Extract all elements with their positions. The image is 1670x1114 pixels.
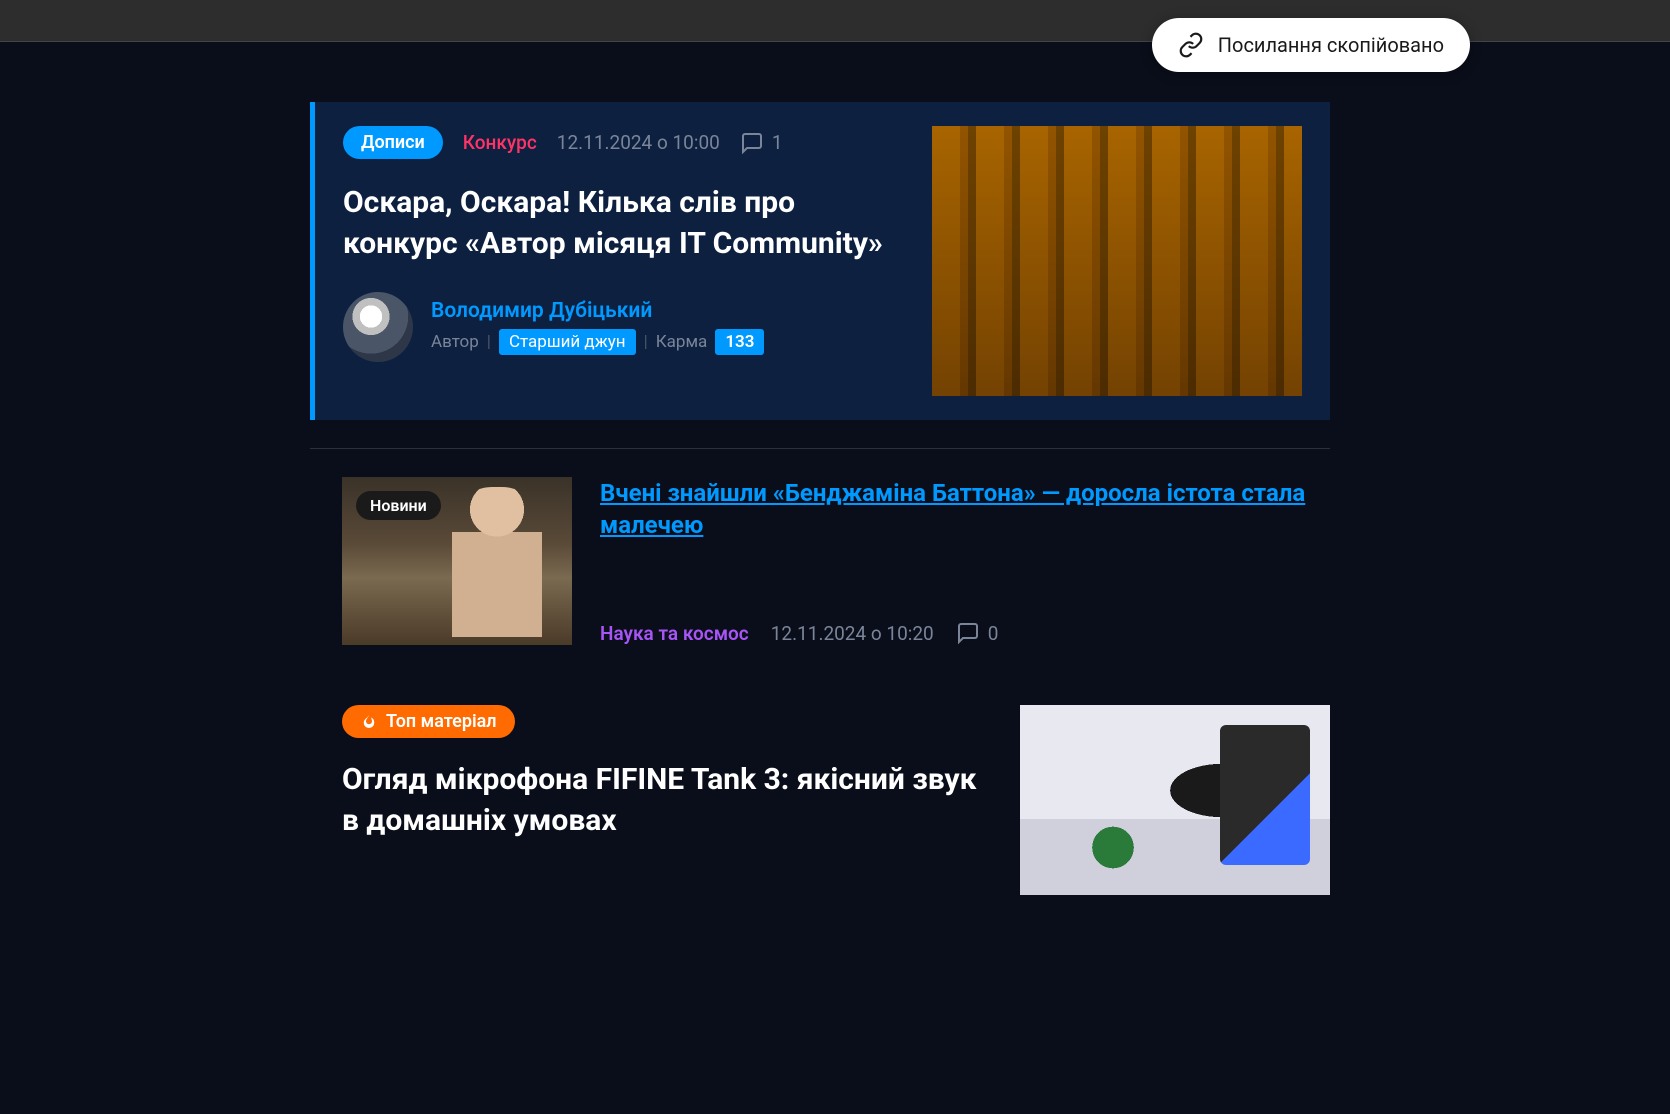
- separator: |: [644, 332, 648, 352]
- author-avatar[interactable]: [343, 292, 413, 362]
- article3-left: Топ матеріал Огляд мікрофона FIFINE Tank…: [342, 705, 992, 895]
- link-icon: [1178, 32, 1204, 58]
- badge-top-material[interactable]: Топ матеріал: [342, 705, 515, 738]
- author-rank-badge: Старший джун: [499, 329, 636, 355]
- article3-title[interactable]: Огляд мікрофона FIFINE Tank 3: якісний з…: [342, 760, 992, 841]
- comment-count: 1: [772, 131, 783, 154]
- karma-value: 133: [715, 329, 764, 355]
- comment-count: 0: [988, 622, 999, 645]
- author-row: Володимир Дубіцький Автор | Старший джун…: [343, 292, 908, 362]
- comment-icon: [956, 621, 980, 645]
- article-date: 12.11.2024 о 10:20: [771, 622, 934, 645]
- toast-text: Посилання скопійовано: [1218, 33, 1444, 57]
- badge-posts[interactable]: Дописи: [343, 126, 443, 159]
- article-thumbnail[interactable]: Новини: [342, 477, 572, 645]
- divider: [310, 448, 1330, 449]
- featured-image[interactable]: [932, 126, 1302, 396]
- category-link[interactable]: Конкурс: [463, 131, 537, 154]
- comment-icon: [740, 131, 764, 155]
- badge-news[interactable]: Новини: [356, 491, 441, 520]
- featured-image-wrap: [932, 126, 1302, 396]
- author-name[interactable]: Володимир Дубіцький: [431, 299, 764, 323]
- featured-meta: Дописи Конкурс 12.11.2024 о 10:00 1: [343, 126, 908, 159]
- article-body: Вчені знайшли «Бенджаміна Баттона» — дор…: [600, 477, 1330, 645]
- author-info: Володимир Дубіцький Автор | Старший джун…: [431, 299, 764, 355]
- featured-article[interactable]: Дописи Конкурс 12.11.2024 о 10:00 1 Оска…: [310, 102, 1330, 420]
- featured-comments[interactable]: 1: [740, 131, 783, 155]
- article-title-link[interactable]: Вчені знайшли «Бенджаміна Баттона» — дор…: [600, 477, 1330, 542]
- author-meta: Автор | Старший джун | Карма 133: [431, 329, 764, 355]
- thumbnail-figure: [452, 487, 542, 637]
- article-row[interactable]: Новини Вчені знайшли «Бенджаміна Баттона…: [310, 477, 1330, 645]
- article-meta: Наука та космос 12.11.2024 о 10:20 0: [600, 621, 1330, 645]
- author-role: Автор: [431, 332, 479, 352]
- featured-left: Дописи Конкурс 12.11.2024 о 10:00 1 Оска…: [343, 126, 908, 396]
- page-content: Дописи Конкурс 12.11.2024 о 10:00 1 Оска…: [0, 42, 1670, 895]
- category-science[interactable]: Наука та космос: [600, 622, 749, 645]
- karma-label: Карма: [656, 332, 708, 352]
- featured-date: 12.11.2024 о 10:00: [557, 131, 720, 154]
- toast-link-copied: Посилання скопійовано: [1152, 18, 1470, 72]
- badge-top-label: Топ матеріал: [386, 711, 497, 732]
- article3-image[interactable]: [1020, 705, 1330, 895]
- article-comments[interactable]: 0: [956, 621, 999, 645]
- fire-icon: [360, 713, 378, 731]
- article-card[interactable]: Топ матеріал Огляд мікрофона FIFINE Tank…: [310, 705, 1330, 895]
- article3-image-wrap: [1020, 705, 1330, 895]
- separator: |: [487, 332, 491, 352]
- featured-title[interactable]: Оскара, Оскара! Кілька слів про конкурс …: [343, 183, 908, 264]
- feed: Дописи Конкурс 12.11.2024 о 10:00 1 Оска…: [310, 102, 1330, 895]
